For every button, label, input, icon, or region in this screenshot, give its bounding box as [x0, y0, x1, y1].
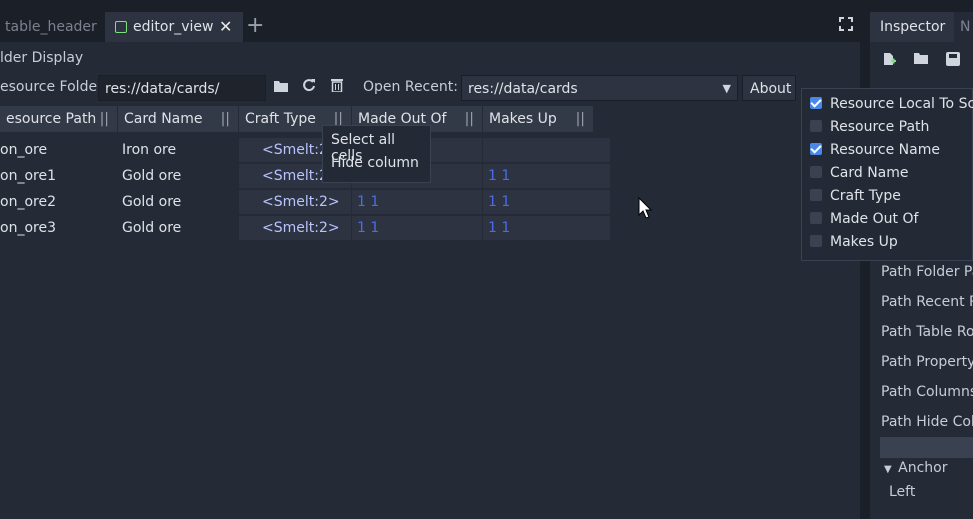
checkbox-label: Resource Name [830, 142, 940, 158]
checkbox-label: Resource Local To Sce [830, 96, 973, 112]
anchor-value[interactable]: Left [889, 484, 915, 500]
property-path-columns[interactable]: Path Columns [881, 384, 973, 400]
new-resource-icon[interactable] [882, 52, 896, 66]
fullscreen-icon[interactable] [839, 17, 853, 31]
tab-inspector[interactable]: Inspector [870, 12, 954, 42]
checkbox-unchecked[interactable] [810, 212, 822, 224]
column-context-menu: Select all cells Hide column [322, 125, 431, 183]
table-cell[interactable]: <Smelt:2> [239, 190, 351, 214]
table-cell[interactable]: on_ore3 [0, 216, 117, 240]
checkbox-resource-name[interactable]: Resource Name [810, 140, 940, 160]
property-path-recent[interactable]: Path Recent P [881, 294, 973, 310]
checkbox-card-name[interactable]: Card Name [810, 163, 909, 183]
checkbox-label: Card Name [830, 165, 909, 181]
table-cell[interactable]: on_ore [0, 138, 117, 162]
column-separator[interactable]: || [100, 106, 109, 132]
tab-label: editor_view [133, 19, 214, 35]
open-recent-dropdown[interactable]: res://data/cards ▼ [461, 75, 738, 101]
checkbox-label: Resource Path [830, 119, 930, 135]
table-cell[interactable]: on_ore2 [0, 190, 117, 214]
delete-icon[interactable] [325, 75, 349, 101]
checkbox-made-out-of[interactable]: Made Out Of [810, 209, 918, 229]
tab-editor-view[interactable]: editor_view ✕ [105, 12, 243, 42]
chevron-down-icon: ▼ [884, 464, 892, 475]
checkbox-unchecked[interactable] [810, 189, 822, 201]
column-header-makes-up[interactable]: Makes Up || [483, 106, 593, 132]
section-title: lder Display [0, 50, 84, 66]
close-icon[interactable]: ✕ [219, 12, 232, 42]
open-recent-value: res://data/cards [468, 81, 578, 97]
table-cell[interactable]: 1 1 [352, 216, 482, 240]
checkbox-label: Makes Up [830, 234, 898, 250]
table-cell[interactable]: 1 1 [352, 190, 482, 214]
table-cell[interactable]: on_ore1 [0, 164, 117, 188]
add-tab-button[interactable]: + [246, 13, 264, 39]
resource-folder-label: esource Folder: [0, 79, 108, 95]
property-path-folder[interactable]: Path Folder Pa [881, 264, 973, 280]
open-recent-label: Open Recent: [363, 79, 458, 95]
chevron-down-icon: ▼ [722, 82, 731, 95]
save-icon[interactable] [946, 52, 960, 66]
checkbox-unchecked[interactable] [810, 235, 822, 247]
column-label: esource Path [6, 111, 97, 127]
table-cell[interactable]: Gold ore [122, 190, 237, 214]
table-cell[interactable]: 1 1 [483, 216, 610, 240]
anchor-section-header[interactable]: ▼ Anchor [884, 460, 948, 476]
checkbox-checked[interactable] [810, 97, 822, 109]
checkbox-unchecked[interactable] [810, 166, 822, 178]
property-path-property[interactable]: Path Property [881, 354, 973, 370]
checkbox-label: Craft Type [830, 188, 901, 204]
property-value-field[interactable] [880, 437, 973, 458]
column-label: Card Name [124, 111, 203, 127]
tab-node[interactable]: N [960, 12, 970, 42]
reload-icon[interactable] [297, 75, 321, 101]
checkbox-checked[interactable] [810, 143, 822, 155]
table-cell[interactable]: 1 1 [483, 190, 610, 214]
scene-icon [115, 21, 127, 33]
table-cell[interactable]: Iron ore [122, 138, 237, 162]
checkbox-makes-up[interactable]: Makes Up [810, 232, 898, 252]
column-visibility-popup: Resource Local To Sce Resource Path Reso… [801, 88, 973, 261]
open-folder-icon[interactable] [914, 52, 930, 66]
table-cell[interactable]: <Smelt:2> [239, 216, 351, 240]
column-header-resource-path[interactable]: esource Path || [0, 106, 117, 132]
checkbox-craft-type[interactable]: Craft Type [810, 186, 901, 206]
mouse-cursor-icon [638, 197, 652, 219]
table-cell[interactable]: Gold ore [122, 164, 237, 188]
resource-folder-input[interactable]: res://data/cards/ [98, 75, 266, 101]
checkbox-resource-path[interactable]: Resource Path [810, 117, 929, 137]
about-button[interactable]: About [742, 75, 796, 101]
tab-label: table_header [5, 19, 97, 35]
column-label: Craft Type [245, 111, 316, 127]
anchor-label: Anchor [898, 460, 948, 476]
menu-item-hide-column[interactable]: Hide column [331, 155, 419, 171]
column-label: Makes Up [489, 111, 557, 127]
checkbox-unchecked[interactable] [810, 120, 822, 132]
property-path-table-root[interactable]: Path Table Ro [881, 324, 973, 340]
folder-icon[interactable] [269, 75, 293, 101]
column-separator[interactable]: || [221, 106, 230, 132]
tab-table-header[interactable]: table_header [0, 12, 104, 42]
property-path-hide-columns[interactable]: Path Hide Colu [881, 414, 973, 430]
table-cell[interactable] [483, 138, 610, 162]
table-cell[interactable]: 1 1 [483, 164, 610, 188]
checkbox-label: Made Out Of [830, 211, 919, 227]
column-separator[interactable]: || [465, 106, 474, 132]
checkbox-resource-local-to-scene[interactable]: Resource Local To Sce [810, 94, 973, 114]
column-separator[interactable]: || [576, 106, 585, 132]
table-cell[interactable]: Gold ore [122, 216, 237, 240]
column-header-card-name[interactable]: Card Name || [118, 106, 238, 132]
